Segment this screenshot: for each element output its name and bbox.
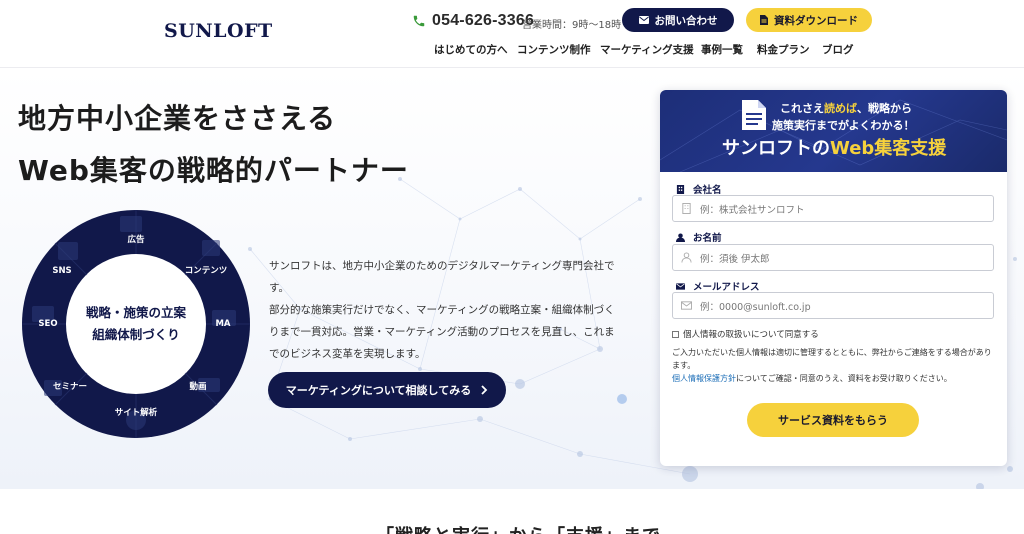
hero-description-paragraph-2: 部分的な施策実行だけでなく、マーケティングの戦略立案・組織体制づくりまで一貫対応… bbox=[269, 304, 615, 360]
ring-item-site-analysis: サイト解析 bbox=[114, 408, 158, 418]
form-header-title-a: サンロフトの bbox=[722, 138, 830, 159]
mail-icon bbox=[676, 282, 685, 290]
name-input[interactable]: 例：須後 伊太郎 bbox=[672, 244, 994, 271]
email-label-text: メールアドレス bbox=[693, 282, 760, 293]
consult-cta-label: マーケティングについて相談してみる bbox=[285, 384, 472, 397]
company-input[interactable]: 例：株式会社サンロフト bbox=[672, 195, 994, 222]
hero-description-paragraph-1: サンロフトは、地方中小企業のためのデジタルマーケティング専門会社です。 bbox=[269, 260, 615, 294]
email-placeholder: 例：0000@sunloft.co.jp bbox=[700, 301, 811, 313]
nav-item-cases[interactable]: 事例一覧 bbox=[701, 42, 743, 57]
name-placeholder: 例：須後 伊太郎 bbox=[700, 253, 770, 265]
company-placeholder: 例：株式会社サンロフト bbox=[700, 204, 805, 216]
ring-item-sns: SNS bbox=[52, 266, 72, 276]
document-request-form: これさえ読めば、戦略から 施策実行までがよくわかる！ サンロフトのWeb集客支援… bbox=[660, 90, 1007, 466]
ring-item-seo: SEO bbox=[38, 319, 58, 329]
next-section-title: 「戦略と実行」から「支援」まで bbox=[376, 522, 661, 534]
phone-number: 054-626-3366 bbox=[432, 12, 535, 29]
privacy-note-text-1: ご入力いただいた個人情報は適切に管理するとともに、弊社からご連絡をする場合があり… bbox=[672, 348, 992, 370]
business-hours: 営業時間：9時〜18時 bbox=[522, 20, 622, 31]
ring-item-content: コンテンツ bbox=[184, 266, 228, 276]
phone-block[interactable]: 054-626-3366 bbox=[412, 12, 534, 30]
service-ring-diagram: 広告 コンテンツ MA 動画 サイト解析 セミナー SEO SNS 戦略・施策の… bbox=[22, 210, 250, 438]
hero-headline-line-1: 地方中小企業をささえる bbox=[18, 102, 337, 135]
site-header: SUNLOFT 054-626-3366 営業時間：9時〜18時 お問い合わせ … bbox=[0, 0, 1024, 68]
hero-description: サンロフトは、地方中小企業のためのデジタルマーケティング専門会社です。 部分的な… bbox=[269, 255, 619, 365]
person-outline-icon bbox=[681, 252, 692, 263]
ring-item-ma: MA bbox=[215, 319, 231, 329]
consent-checkbox[interactable] bbox=[672, 330, 679, 338]
nav-item-beginners[interactable]: はじめての方へ bbox=[434, 42, 508, 57]
ring-item-seminar: セミナー bbox=[52, 382, 88, 392]
mail-icon bbox=[638, 16, 649, 24]
ring-center-line-1: 戦略・施策の立案 bbox=[85, 305, 187, 320]
chevron-right-icon bbox=[481, 385, 488, 395]
form-header-banner: これさえ読めば、戦略から 施策実行までがよくわかる！ サンロフトのWeb集客支援 bbox=[660, 90, 1007, 172]
building-outline-icon bbox=[682, 203, 691, 214]
building-icon bbox=[676, 184, 685, 194]
submit-button[interactable]: サービス資料をもらう bbox=[747, 403, 919, 437]
document-icon bbox=[760, 15, 768, 25]
email-input[interactable]: 例：0000@sunloft.co.jp bbox=[672, 292, 994, 319]
consent-label: 個人情報の取扱いについて同意する bbox=[683, 330, 819, 340]
consult-cta-button[interactable]: マーケティングについて相談してみる bbox=[268, 372, 506, 408]
phone-icon bbox=[413, 15, 425, 27]
name-label: お名前 bbox=[676, 230, 722, 244]
form-header-line-1-a: これさえ bbox=[780, 102, 824, 115]
form-header-line-1-c: 、戦略から bbox=[857, 102, 912, 115]
form-header-line-2: 施策実行までがよくわかる！ bbox=[772, 119, 915, 132]
form-header-highlight: 読めば bbox=[824, 102, 857, 115]
consent-row[interactable]: 個人情報の取扱いについて同意する bbox=[672, 328, 819, 340]
ring-item-video: 動画 bbox=[189, 382, 207, 392]
ring-center-text: 戦略・施策の立案 組織体制づくり bbox=[86, 302, 186, 346]
form-header-title-highlight: Web集客支援 bbox=[830, 138, 947, 159]
privacy-policy-link[interactable]: 個人情報保護方針 bbox=[672, 374, 736, 383]
ring-item-ads: 広告 bbox=[127, 235, 145, 245]
document-icon bbox=[742, 100, 766, 130]
name-label-text: お名前 bbox=[693, 233, 722, 244]
email-label: メールアドレス bbox=[676, 279, 760, 293]
main-nav: はじめての方へ コンテンツ制作 マーケティング支援 事例一覧 料金プラン ブログ bbox=[0, 42, 1024, 56]
nav-item-marketing[interactable]: マーケティング支援 bbox=[600, 42, 694, 57]
privacy-note-text-2: についてご確認・同意のうえ、資料をお受け取りください。 bbox=[736, 374, 952, 383]
hero-headline-line-2: Web集客の戦略的パートナー bbox=[18, 154, 409, 187]
person-icon bbox=[676, 232, 685, 242]
form-header-title: サンロフトのWeb集客支援 bbox=[722, 134, 946, 160]
nav-item-blog[interactable]: ブログ bbox=[822, 42, 854, 57]
contact-button-label: お問い合わせ bbox=[654, 14, 718, 27]
form-header-line-1: これさえ読めば、戦略から bbox=[780, 100, 912, 116]
ring-center-line-2: 組織体制づくり bbox=[92, 327, 180, 342]
logo[interactable]: SUNLOFT bbox=[164, 20, 273, 42]
company-label: 会社名 bbox=[676, 182, 722, 196]
nav-item-pricing[interactable]: 料金プラン bbox=[757, 42, 810, 57]
download-button-label: 資料ダウンロード bbox=[774, 14, 858, 27]
company-label-text: 会社名 bbox=[693, 185, 722, 196]
download-button[interactable]: 資料ダウンロード bbox=[746, 8, 872, 32]
contact-button[interactable]: お問い合わせ bbox=[622, 8, 734, 32]
privacy-note: ご入力いただいた個人情報は適切に管理するとともに、弊社からご連絡をする場合があり… bbox=[672, 346, 997, 385]
mail-outline-icon bbox=[681, 301, 692, 310]
nav-item-content[interactable]: コンテンツ制作 bbox=[517, 42, 591, 57]
